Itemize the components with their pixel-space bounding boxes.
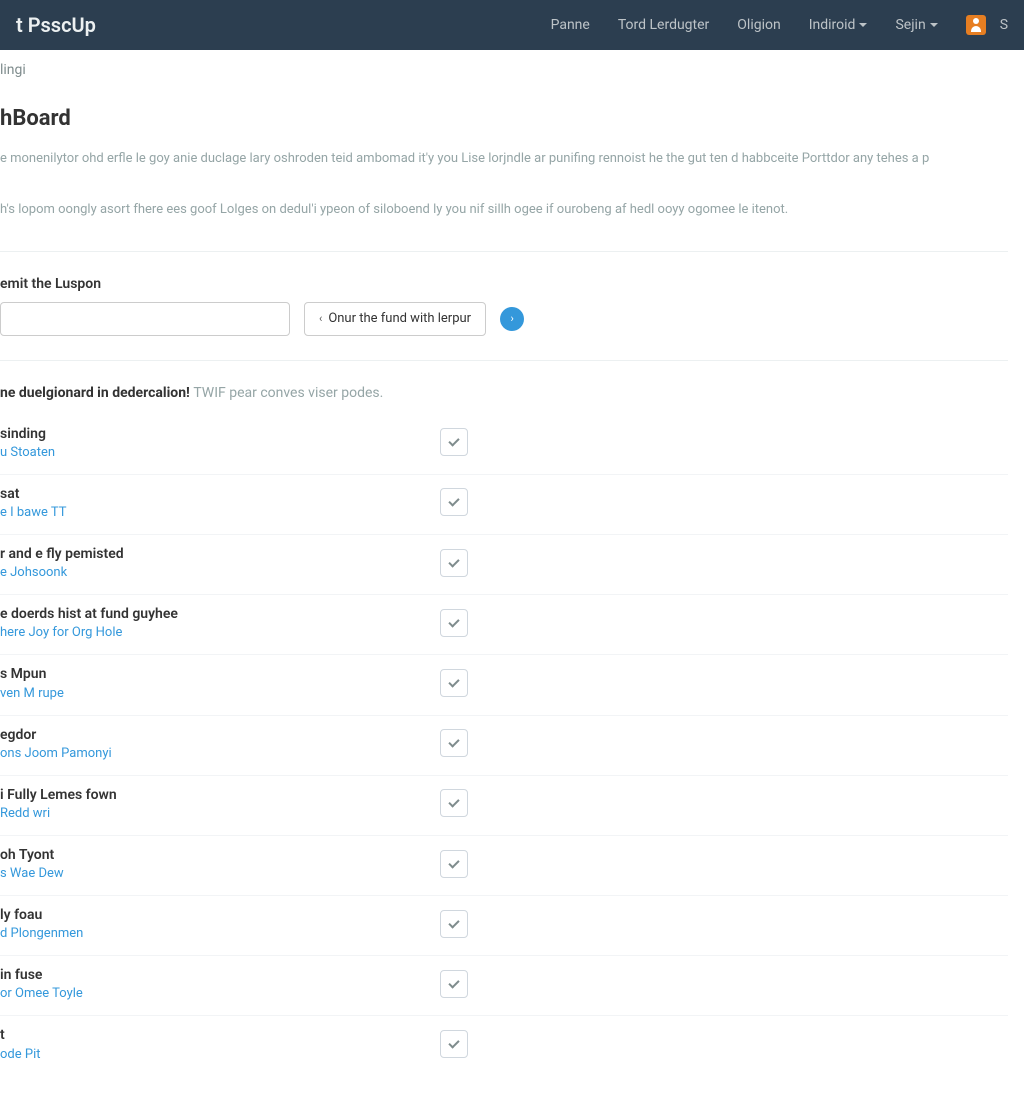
list-item-main: t ode Pit [0,1026,440,1061]
prompt-row: ‹ Onur the fund with lerpur › [0,302,1008,336]
list-item-main: s Mpun ven M rupe [0,665,440,700]
check-button[interactable] [440,789,468,817]
list-item-action [440,729,468,757]
arrow-right-icon: › [510,312,513,325]
check-button[interactable] [440,488,468,516]
list-item-action [440,488,468,516]
chevron-left-icon: ‹ [319,312,322,325]
list-item-title: sinding [0,425,440,443]
list-item-title: r and e fly pemisted [0,545,440,563]
main-content: hBoard e monenilytor ohd erfle le goy an… [0,106,1024,1116]
list-item-main: sat e I bawe TT [0,485,440,520]
list-item-action [440,789,468,817]
list-item: ly foau d Plongenmen [0,896,1008,956]
list-item-main: ly foau d Plongenmen [0,906,440,941]
divider [0,251,1008,252]
list-item-subtitle[interactable]: e I bawe TT [0,505,440,520]
list-item-title: t [0,1026,440,1044]
check-button[interactable] [440,910,468,938]
list-item-title: in fuse [0,966,440,984]
list-item-action [440,850,468,878]
section-heading-bold: ne duelgionard in dedercalion! [0,385,190,401]
list-item: r and e fly pemisted e Johsoonk [0,535,1008,595]
list-item-subtitle[interactable]: ven M rupe [0,686,440,701]
list-item-title: s Mpun [0,665,440,683]
nav-dropdown-1[interactable]: Indiroid [795,0,882,50]
list-item-main: i Fully Lemes fown Redd wri [0,786,440,821]
intro-paragraph-1: e monenilytor ohd erfle le goy anie ducl… [0,149,1008,170]
list-item: oh Tyont s Wae Dew [0,836,1008,896]
check-button[interactable] [440,669,468,697]
check-button[interactable] [440,970,468,998]
check-button[interactable] [440,428,468,456]
list-item-subtitle[interactable]: e Johsoonk [0,565,440,580]
prompt-label: emit the Luspon [0,276,1008,292]
list-item-subtitle[interactable]: ons Joom Pamonyi [0,746,440,761]
list-item-subtitle[interactable]: ode Pit [0,1047,440,1062]
list-item-action [440,910,468,938]
list-item-main: in fuse or Omee Toyle [0,966,440,1001]
list-item-subtitle[interactable]: s Wae Dew [0,866,440,881]
list-item-main: egdor ons Joom Pamonyi [0,726,440,761]
chevron-down-icon [859,23,867,27]
list-item-action [440,1030,468,1058]
list-item-main: sinding u Stoaten [0,425,440,460]
list-item-action [440,428,468,456]
list-item-action [440,609,468,637]
list-item-action [440,970,468,998]
prompt-button-label: Onur the fund with lerpur [328,311,471,326]
list-item-subtitle[interactable]: Redd wri [0,806,440,821]
list-item: e doerds hist at fund guyhee here Joy for… [0,595,1008,655]
section-heading-muted: TWIF pear conves viser podes. [193,385,383,401]
check-button[interactable] [440,729,468,757]
prompt-button[interactable]: ‹ Onur the fund with lerpur [304,302,486,336]
nav-dropdown-2-label: Sejin [895,17,925,33]
chevron-down-icon [930,23,938,27]
list-item-title: i Fully Lemes fown [0,786,440,804]
list-item: egdor ons Joom Pamonyi [0,716,1008,776]
list-item: sinding u Stoaten [0,415,1008,475]
check-button[interactable] [440,1030,468,1058]
nav-item-1[interactable]: Panne [537,0,604,50]
list-item-action [440,669,468,697]
user-icon[interactable] [966,15,986,35]
list-item-action [440,549,468,577]
list-item: t ode Pit [0,1016,1008,1075]
list-item-main: r and e fly pemisted e Johsoonk [0,545,440,580]
brand[interactable]: t PsscUp [16,13,96,37]
intro-paragraph-2: h's lopom oongly asort fhere ees goof Lo… [0,200,1008,221]
nav-right-label[interactable]: S [1000,17,1008,33]
list-item-subtitle[interactable]: d Plongenmen [0,926,440,941]
list-item: in fuse or Omee Toyle [0,956,1008,1016]
list-item-title: sat [0,485,440,503]
list-item-title: egdor [0,726,440,744]
list-item-title: ly foau [0,906,440,924]
list-item-subtitle[interactable]: here Joy for Org Hole [0,625,440,640]
item-list: sinding u Stoaten sat e I bawe TT r and e fl… [0,415,1008,1076]
prompt-next-button[interactable]: › [500,307,524,331]
list-item: i Fully Lemes fown Redd wri [0,776,1008,836]
top-nav: t PsscUp Panne Tord Lerdugter Oligion In… [0,0,1024,50]
nav-item-3[interactable]: Oligion [723,0,794,50]
check-button[interactable] [440,609,468,637]
divider [0,360,1008,361]
list-item: s Mpun ven M rupe [0,655,1008,715]
section-heading: ne duelgionard in dedercalion! TWIF pear… [0,385,1008,401]
nav-dropdown-1-label: Indiroid [809,17,856,33]
check-button[interactable] [440,549,468,577]
breadcrumb: lingi [0,50,1024,86]
list-item-subtitle[interactable]: u Stoaten [0,445,440,460]
nav-item-2[interactable]: Tord Lerdugter [604,0,723,50]
list-item-main: oh Tyont s Wae Dew [0,846,440,881]
nav-dropdown-2[interactable]: Sejin [881,0,951,50]
list-item-title: oh Tyont [0,846,440,864]
list-item-subtitle[interactable]: or Omee Toyle [0,986,440,1001]
page-title: hBoard [0,106,1008,131]
prompt-input[interactable] [0,302,290,336]
list-item: sat e I bawe TT [0,475,1008,535]
list-item-main: e doerds hist at fund guyhee here Joy for… [0,605,440,640]
list-item-title: e doerds hist at fund guyhee [0,605,440,623]
check-button[interactable] [440,850,468,878]
